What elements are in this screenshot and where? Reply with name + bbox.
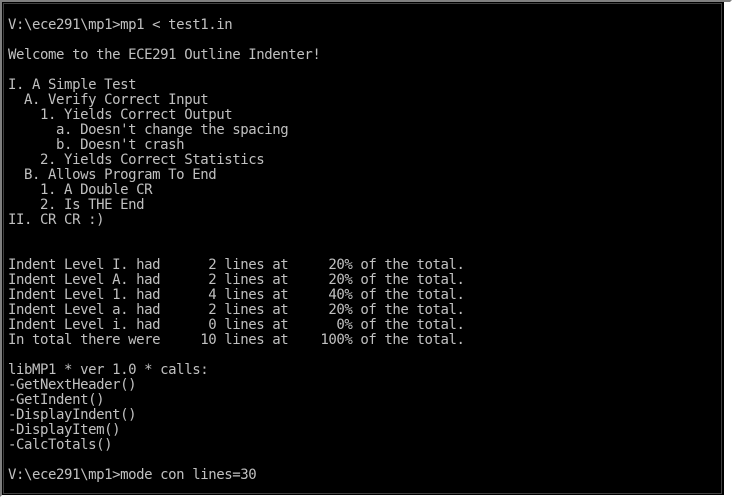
console-line-welcome: Welcome to the ECE291 Outline Indenter! — [8, 47, 321, 63]
console-line-blank — [8, 33, 465, 48]
console-output: V:\ece291\mp1>mp1 < test1.in Welcome to t… — [8, 18, 465, 483]
library-header-line: libMP1 * ver 1.0 * calls: — [8, 362, 209, 378]
console-prompt-line[interactable]: V:\ece291\mp1>mode con lines=30 — [8, 468, 465, 483]
window-right-edge — [724, 2, 730, 495]
library-call-line: -DisplayIndent() — [8, 407, 137, 423]
console-line-blank — [8, 63, 465, 78]
outline-line: b. Doesn't crash — [8, 137, 185, 153]
outline-line: B. Allows Program To End — [8, 167, 217, 183]
outline-line: A. Verify Correct Input — [8, 92, 209, 108]
console-line-blank — [8, 348, 465, 363]
statistics-line: Indent Level A. had 2 lines at 20% of th… — [8, 272, 465, 288]
library-call-line: -GetIndent() — [8, 392, 105, 408]
outline-line: II. CR CR :) — [8, 212, 105, 228]
outline-line: 1. Yields Correct Output — [8, 107, 233, 123]
outline-line: 1. A Double CR — [8, 182, 153, 198]
console-viewport: V:\ece291\mp1>mp1 < test1.in Welcome to t… — [3, 3, 722, 494]
statistics-line: Indent Level 1. had 4 lines at 40% of th… — [8, 287, 465, 303]
console-line-blank — [8, 243, 465, 258]
outline-line: a. Doesn't change the spacing — [8, 122, 289, 138]
outline-line: 2. Yields Correct Statistics — [8, 152, 265, 168]
outline-line: I. A Simple Test — [8, 77, 137, 93]
statistics-total-line: In total there were 10 lines at 100% of … — [8, 332, 465, 348]
library-call-line: -CalcTotals() — [8, 437, 113, 453]
library-call-line: -DisplayItem() — [8, 422, 121, 438]
console-window[interactable]: V:\ece291\mp1>mp1 < test1.in Welcome to t… — [0, 0, 732, 497]
outline-line: 2. Is THE End — [8, 197, 145, 213]
console-line-blank — [8, 453, 465, 468]
statistics-line: Indent Level I. had 2 lines at 20% of th… — [8, 257, 465, 273]
library-call-line: -GetNextHeader() — [8, 377, 137, 393]
statistics-line: Indent Level a. had 2 lines at 20% of th… — [8, 302, 465, 318]
statistics-line: Indent Level i. had 0 lines at 0% of the… — [8, 317, 465, 333]
console-line-command: V:\ece291\mp1>mp1 < test1.in — [8, 17, 233, 33]
console-line-blank — [8, 228, 465, 243]
